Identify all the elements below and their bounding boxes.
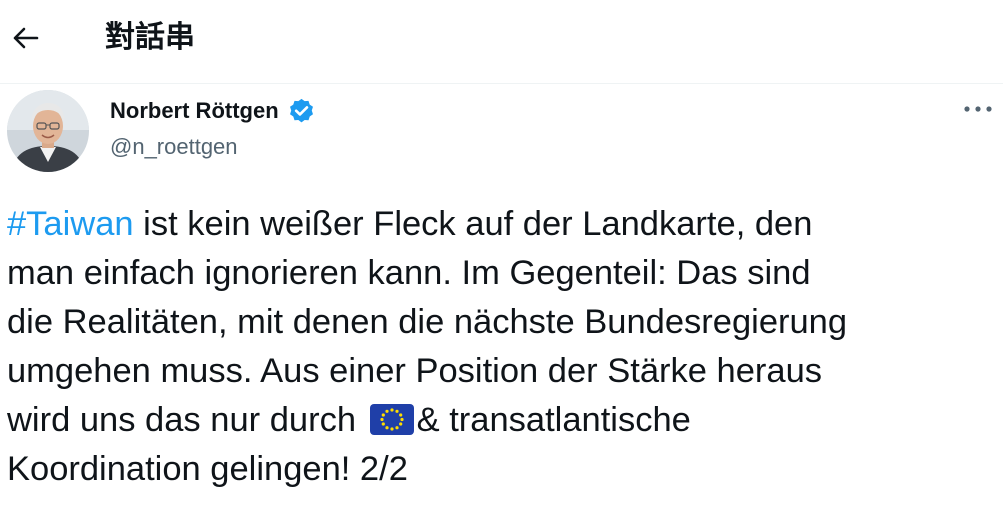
tweet-text-line: wird uns das nur durch & transatlantisch… [7, 396, 997, 445]
more-horizontal-icon [964, 106, 992, 112]
tweet-text-line: man einfach ignorieren kann. Im Gegentei… [7, 254, 811, 292]
avatar-photo [7, 90, 89, 172]
back-button[interactable] [6, 18, 46, 58]
text-segment: & transatlantische [416, 401, 691, 439]
thread-header: 對話串 [0, 0, 1003, 84]
tweet-text-line: umgehen muss. Aus einer Position der Stä… [7, 352, 823, 390]
arrow-left-icon [13, 27, 39, 49]
page-title: 對話串 [105, 20, 195, 55]
verified-badge-icon [289, 98, 313, 122]
author-handle[interactable]: @n_roettgen [110, 132, 238, 162]
author-name[interactable]: Norbert Röttgen [110, 96, 316, 126]
text-segment: ist kein weißer Fleck auf der Landkarte,… [133, 205, 813, 243]
hashtag-link[interactable]: #Taiwan [7, 205, 134, 243]
tweet: Norbert Röttgen @n_roettgen #Taiwan ist … [0, 84, 1003, 509]
tweet-text: #Taiwan ist kein weißer Fleck auf der La… [7, 200, 997, 494]
avatar[interactable] [7, 90, 89, 172]
tweet-text-line: die Realitäten, mit denen die nächste Bu… [7, 303, 848, 341]
eu-flag-icon [369, 404, 414, 435]
text-segment: wird uns das nur durch [7, 401, 366, 439]
tweet-text-line: Koordination gelingen! 2/2 [7, 450, 408, 488]
author-name-text: Norbert Röttgen [110, 98, 279, 123]
tweet-text-line: #Taiwan ist kein weißer Fleck auf der La… [7, 200, 997, 249]
more-options-button[interactable] [958, 94, 998, 124]
